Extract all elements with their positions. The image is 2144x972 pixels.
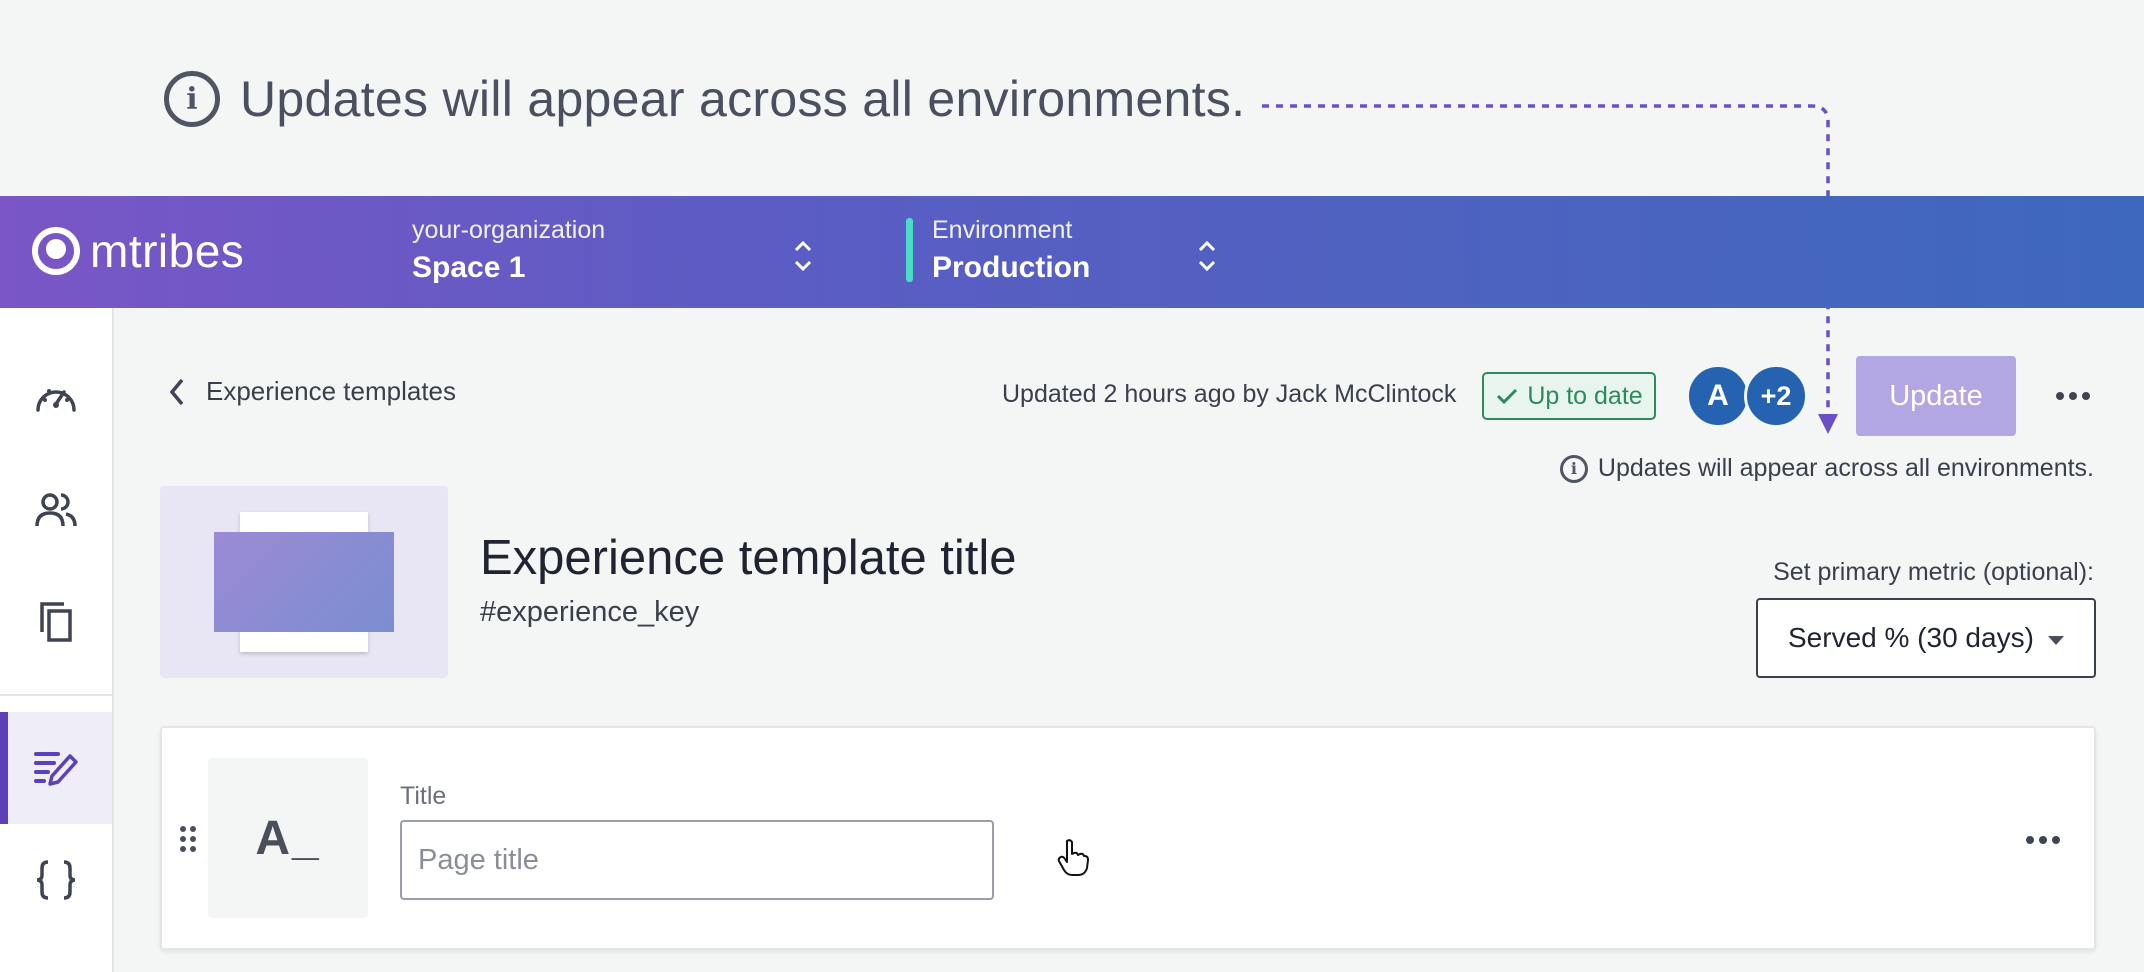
page-title: Experience template title	[480, 531, 1017, 585]
avatar-more-count[interactable]: +2	[1744, 364, 1808, 428]
back-link-label: Experience templates	[206, 376, 457, 406]
more-options-icon[interactable]	[2056, 392, 2090, 400]
field-type-box: A_	[208, 758, 368, 918]
copy-icon	[40, 602, 72, 642]
template-key: #experience_key	[480, 596, 700, 628]
primary-metric-label: Set primary metric (optional):	[1773, 558, 2094, 586]
logo-icon	[32, 227, 80, 275]
text-field-icon: A_	[255, 811, 321, 865]
top-bar: mtribes your-organization Space 1 Enviro…	[0, 196, 2144, 308]
check-icon	[1497, 388, 1518, 405]
environment-accent-bar	[906, 218, 913, 282]
callout: i Updates will appear across all environ…	[164, 68, 1245, 130]
template-thumbnail	[160, 486, 448, 678]
status-badge-label: Up to date	[1527, 381, 1643, 410]
environment-selector[interactable]: Environment Production	[932, 216, 1090, 285]
chevron-up-down-icon[interactable]	[1196, 236, 1218, 276]
users-icon	[35, 493, 77, 527]
primary-metric-select[interactable]: Served % (30 days)	[1756, 598, 2096, 678]
mtribes-logo[interactable]: mtribes	[32, 224, 244, 278]
info-icon: i	[1559, 454, 1588, 483]
avatar[interactable]: A	[1686, 364, 1750, 428]
environment-label: Environment	[932, 216, 1073, 244]
sidebar-item-users[interactable]	[0, 454, 112, 566]
page-title-input[interactable]	[400, 820, 994, 900]
hand-cursor-icon	[1057, 839, 1089, 876]
back-link[interactable]: Experience templates	[168, 376, 456, 407]
primary-metric-value: Served % (30 days)	[1788, 622, 2034, 653]
sidebar-item-dashboard[interactable]	[0, 342, 112, 454]
caret-down-icon	[2048, 636, 2064, 645]
thumbnail-image	[214, 532, 394, 632]
drag-handle-icon[interactable]	[180, 826, 196, 852]
callout-text: Updates will appear across all environme…	[240, 71, 1246, 127]
sidebar-item-templates[interactable]	[0, 712, 112, 824]
updated-text: Updated 2 hours ago by Jack McClintock	[1002, 380, 1457, 408]
update-info: i Updates will appear across all environ…	[1559, 454, 2094, 483]
sidebar-divider	[0, 694, 112, 696]
sidebar-item-code[interactable]	[0, 824, 112, 936]
status-badge: Up to date	[1482, 372, 1656, 420]
chevron-left-icon	[169, 378, 184, 405]
organization-selector[interactable]: your-organization Space 1	[412, 216, 605, 285]
update-button[interactable]: Update	[1856, 356, 2016, 436]
sidebar-item-copy[interactable]	[0, 566, 112, 678]
code-braces-icon	[36, 860, 76, 900]
chevron-up-down-icon[interactable]	[792, 236, 814, 276]
dashboard-icon	[36, 389, 76, 412]
field-more-options-icon[interactable]	[2026, 836, 2060, 844]
environment-name: Production	[932, 251, 1091, 284]
sidebar	[0, 308, 114, 972]
logo-text: mtribes	[90, 225, 245, 277]
space-name: Space 1	[412, 251, 526, 284]
field-label: Title	[400, 782, 447, 810]
info-icon: i	[164, 71, 220, 127]
organization-label: your-organization	[412, 216, 606, 244]
edit-template-icon	[34, 752, 78, 786]
title-field-card: A_ Title	[160, 726, 2096, 950]
update-info-text: Updates will appear across all environme…	[1597, 454, 2094, 482]
